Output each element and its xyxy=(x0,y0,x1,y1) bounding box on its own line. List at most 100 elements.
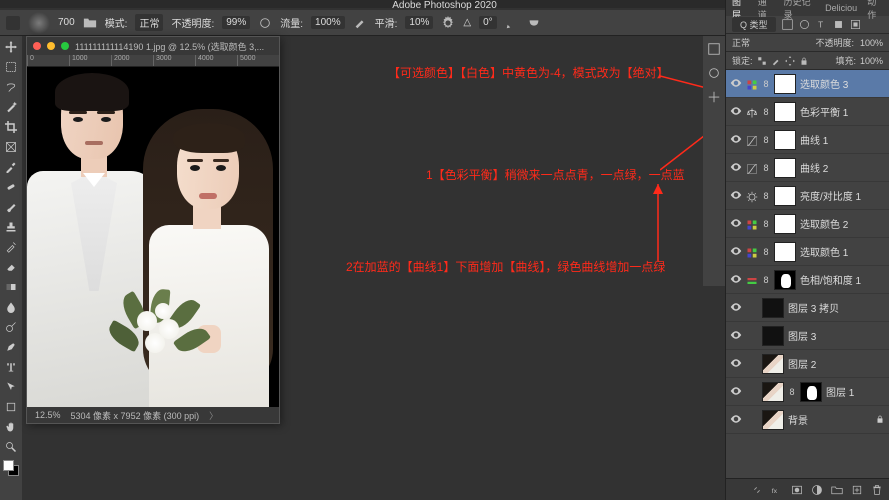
symmetry-icon[interactable] xyxy=(527,16,541,30)
layer-mask-thumb[interactable] xyxy=(774,130,796,150)
layer-mask-thumb[interactable] xyxy=(774,74,796,94)
history-brush-tool[interactable] xyxy=(2,238,20,256)
layer-mask-thumb[interactable] xyxy=(800,382,822,402)
close-window-icon[interactable] xyxy=(33,42,41,50)
new-adjustment-icon[interactable] xyxy=(811,484,823,496)
layer-row[interactable]: 图层 3 xyxy=(726,322,889,350)
pressure-opacity-icon[interactable] xyxy=(258,16,272,30)
layer-mask-thumb[interactable] xyxy=(774,186,796,206)
path-select-tool[interactable] xyxy=(2,378,20,396)
layer-row[interactable]: 8色相/饱和度 1 xyxy=(726,266,889,294)
zoom-readout[interactable]: 12.5% xyxy=(35,410,61,420)
layer-thumb[interactable] xyxy=(762,410,784,430)
layer-row[interactable]: 8色彩平衡 1 xyxy=(726,98,889,126)
filter-type-icon[interactable]: T xyxy=(816,19,827,30)
panel-icon[interactable] xyxy=(707,66,721,80)
lock-paint-icon[interactable] xyxy=(771,56,781,66)
visibility-toggle[interactable] xyxy=(730,411,742,429)
type-tool[interactable] xyxy=(2,358,20,376)
panel-icon[interactable] xyxy=(707,90,721,104)
document-canvas[interactable] xyxy=(27,67,279,407)
visibility-toggle[interactable] xyxy=(730,131,742,149)
color-swatches[interactable] xyxy=(3,460,19,476)
frame-tool[interactable] xyxy=(2,138,20,156)
smooth-field[interactable]: 10% xyxy=(405,16,433,29)
visibility-toggle[interactable] xyxy=(730,159,742,177)
trash-icon[interactable] xyxy=(871,484,883,496)
lock-all-icon[interactable] xyxy=(799,56,809,66)
filter-kind-select[interactable]: Q 类型 xyxy=(732,17,776,32)
new-layer-icon[interactable] xyxy=(851,484,863,496)
link-layers-icon[interactable] xyxy=(751,484,763,496)
brush-tool[interactable] xyxy=(2,198,20,216)
layer-thumb[interactable] xyxy=(762,382,784,402)
tab-other[interactable]: Deliciou xyxy=(825,3,857,13)
layer-row[interactable]: 背景 xyxy=(726,406,889,434)
marquee-tool[interactable] xyxy=(2,58,20,76)
angle-field[interactable]: 0° xyxy=(479,16,497,29)
visibility-toggle[interactable] xyxy=(730,75,742,93)
filter-shape-icon[interactable] xyxy=(833,19,844,30)
layer-row[interactable]: 8选取颜色 1 xyxy=(726,238,889,266)
layer-mask-thumb[interactable] xyxy=(774,242,796,262)
filter-smart-icon[interactable] xyxy=(850,19,861,30)
layer-row[interactable]: 8亮度/对比度 1 xyxy=(726,182,889,210)
layer-mask-thumb[interactable] xyxy=(774,102,796,122)
move-tool[interactable] xyxy=(2,38,20,56)
maximize-window-icon[interactable] xyxy=(61,42,69,50)
tool-preset-picker[interactable] xyxy=(6,16,20,30)
zoom-tool[interactable] xyxy=(2,438,20,456)
pressure-size-icon[interactable] xyxy=(505,16,519,30)
visibility-toggle[interactable] xyxy=(730,383,742,401)
crop-tool[interactable] xyxy=(2,118,20,136)
heal-tool[interactable] xyxy=(2,178,20,196)
lock-transparency-icon[interactable] xyxy=(757,56,767,66)
add-mask-icon[interactable] xyxy=(791,484,803,496)
layer-row[interactable]: 8选取颜色 2 xyxy=(726,210,889,238)
layer-mask-thumb[interactable] xyxy=(774,270,796,290)
minimize-window-icon[interactable] xyxy=(47,42,55,50)
lasso-tool[interactable] xyxy=(2,78,20,96)
layer-row[interactable]: 8曲线 1 xyxy=(726,126,889,154)
visibility-toggle[interactable] xyxy=(730,327,742,345)
layer-blend-mode-select[interactable]: 正常 xyxy=(732,36,809,49)
new-group-icon[interactable] xyxy=(831,484,843,496)
layer-row[interactable]: 图层 2 xyxy=(726,350,889,378)
visibility-toggle[interactable] xyxy=(730,215,742,233)
layer-thumb[interactable] xyxy=(762,354,784,374)
layer-row[interactable]: 8选取颜色 3 xyxy=(726,70,889,98)
wand-tool[interactable] xyxy=(2,98,20,116)
visibility-toggle[interactable] xyxy=(730,355,742,373)
folder-icon[interactable] xyxy=(83,16,97,30)
visibility-toggle[interactable] xyxy=(730,271,742,289)
eyedropper-tool[interactable] xyxy=(2,158,20,176)
opacity-field[interactable]: 99% xyxy=(222,16,250,29)
layer-thumb[interactable] xyxy=(762,326,784,346)
pen-tool[interactable] xyxy=(2,338,20,356)
gradient-tool[interactable] xyxy=(2,278,20,296)
filter-adjust-icon[interactable] xyxy=(799,19,810,30)
visibility-toggle[interactable] xyxy=(730,299,742,317)
layer-row[interactable]: 图层 3 拷贝 xyxy=(726,294,889,322)
eraser-tool[interactable] xyxy=(2,258,20,276)
visibility-toggle[interactable] xyxy=(730,243,742,261)
airbrush-icon[interactable] xyxy=(353,16,367,30)
layer-mask-thumb[interactable] xyxy=(774,158,796,178)
lock-position-icon[interactable] xyxy=(785,56,795,66)
blur-tool[interactable] xyxy=(2,298,20,316)
layer-mask-thumb[interactable] xyxy=(774,214,796,234)
dodge-tool[interactable] xyxy=(2,318,20,336)
brush-preview[interactable] xyxy=(28,12,50,34)
gear-icon[interactable] xyxy=(441,16,455,30)
stamp-tool[interactable] xyxy=(2,218,20,236)
layer-thumb[interactable] xyxy=(762,298,784,318)
layer-row[interactable]: 8曲线 2 xyxy=(726,154,889,182)
layer-opacity-field[interactable]: 100% xyxy=(860,38,883,48)
filter-image-icon[interactable] xyxy=(782,19,793,30)
fill-field[interactable]: 100% xyxy=(860,56,883,66)
hand-tool[interactable] xyxy=(2,418,20,436)
shape-tool[interactable] xyxy=(2,398,20,416)
fx-icon[interactable]: fx xyxy=(771,484,783,496)
flow-field[interactable]: 100% xyxy=(311,16,345,29)
panel-icon[interactable] xyxy=(707,42,721,56)
